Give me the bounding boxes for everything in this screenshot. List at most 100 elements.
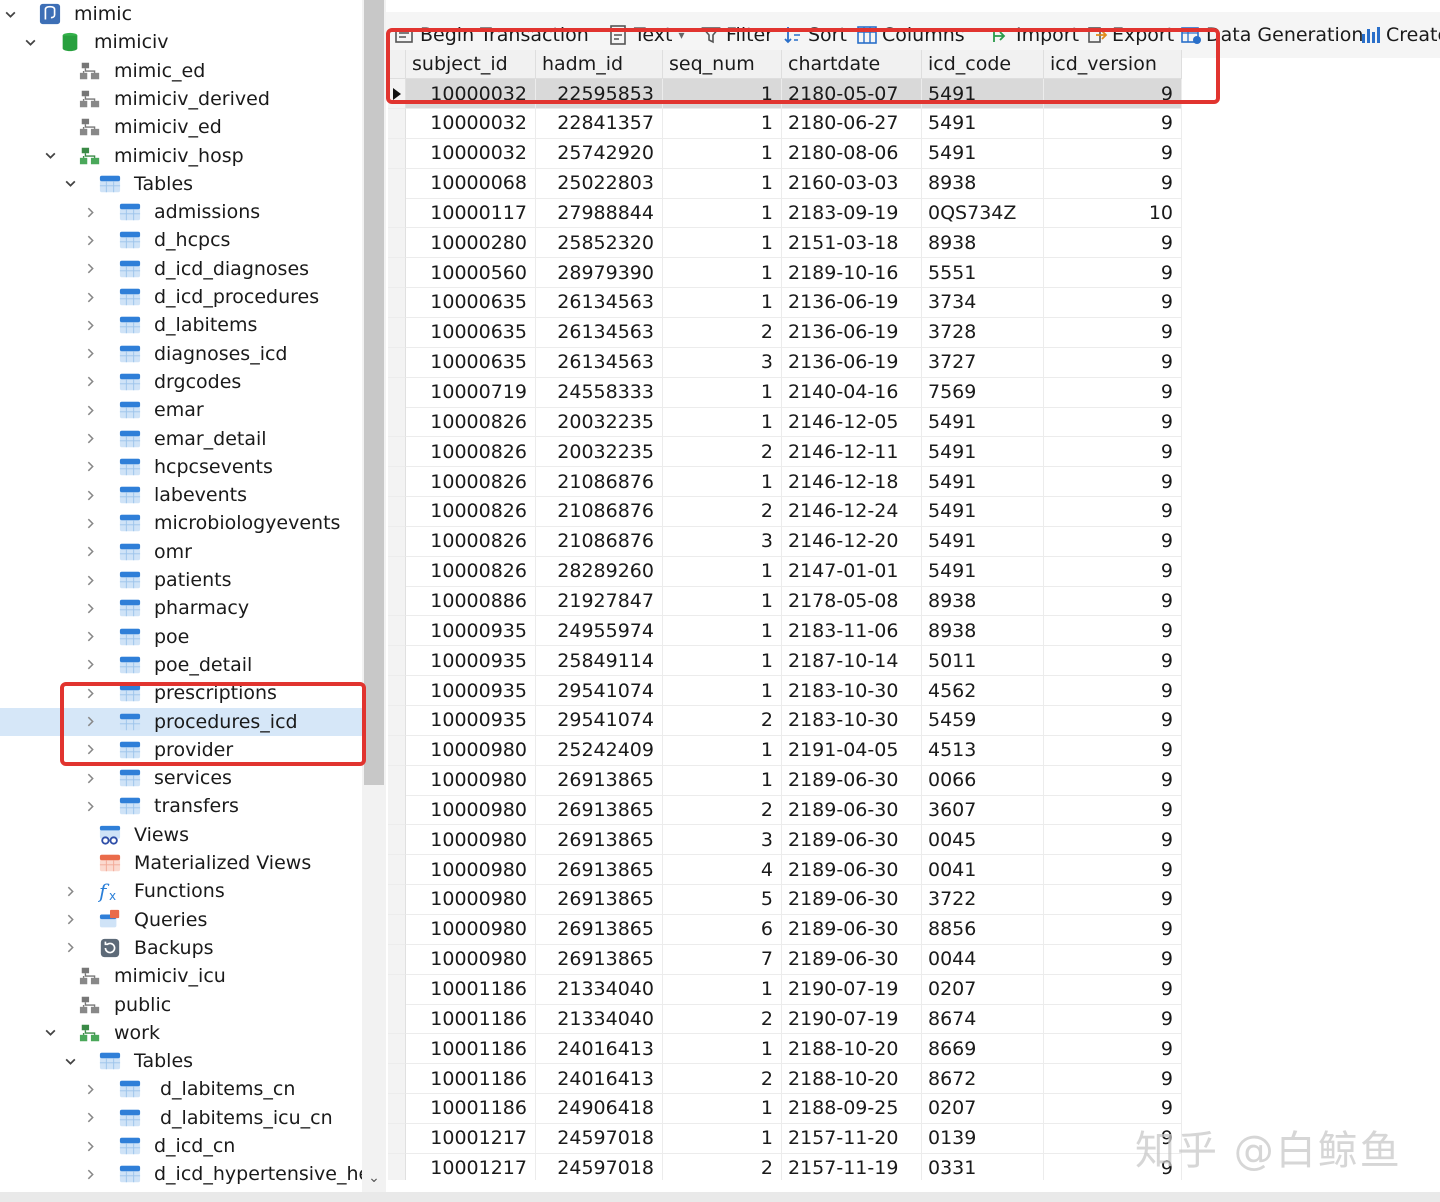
cell-icd-code[interactable]: 8674 (922, 1004, 1044, 1035)
row-header[interactable] (388, 347, 406, 378)
cell-hadm-id[interactable]: 29541074 (536, 705, 663, 736)
cell-hadm-id[interactable]: 24016413 (536, 1034, 663, 1065)
sort-button[interactable]: Sort (782, 18, 847, 52)
cell-icd-code[interactable]: 5491 (922, 407, 1044, 438)
cell-icd-version[interactable]: 9 (1044, 1004, 1182, 1035)
cell-subject-id[interactable]: 10000826 (406, 526, 536, 557)
cell-icd-code[interactable]: 0066 (922, 765, 1044, 796)
chevron-down-icon[interactable] (42, 1025, 58, 1041)
cell-seq-num[interactable]: 1 (663, 616, 782, 647)
cell-icd-version[interactable]: 9 (1044, 1034, 1182, 1065)
row-header[interactable] (388, 228, 406, 259)
row-header[interactable] (388, 974, 406, 1005)
cell-seq-num[interactable]: 3 (663, 526, 782, 557)
table-row[interactable]: 10000980 25242409 1 2191-04-05 4513 9 (388, 735, 1182, 766)
tree-item-mimic-ed[interactable]: mimic_ed (0, 57, 362, 85)
cell-hadm-id[interactable]: 21086876 (536, 526, 663, 557)
row-header[interactable] (388, 287, 406, 318)
columns-button[interactable]: Columns (856, 18, 965, 52)
cell-icd-code[interactable]: 5491 (922, 79, 1044, 109)
table-row[interactable]: 10000560 28979390 1 2189-10-16 5551 9 (388, 258, 1182, 289)
cell-hadm-id[interactable]: 27988844 (536, 198, 663, 229)
cell-icd-version[interactable]: 9 (1044, 407, 1182, 438)
cell-chartdate[interactable]: 2188-10-20 (782, 1034, 922, 1065)
row-header[interactable] (388, 1004, 406, 1035)
tree-item-d-icd-procedures[interactable]: d_icd_procedures (0, 283, 362, 311)
cell-hadm-id[interactable]: 22595853 (536, 79, 663, 109)
cell-subject-id[interactable]: 10000826 (406, 496, 536, 527)
cell-hadm-id[interactable]: 24597018 (536, 1123, 663, 1154)
row-header[interactable] (388, 914, 406, 945)
create-chart-button[interactable]: Create (1360, 18, 1440, 52)
tree-item-mimiciv-hosp[interactable]: mimiciv_hosp (0, 142, 362, 170)
result-grid[interactable]: subject_id hadm_id seq_num chartdate icd_cod… (388, 50, 1182, 1180)
table-row[interactable]: 10000826 21086876 1 2146-12-18 5491 9 (388, 467, 1182, 498)
cell-subject-id[interactable]: 10000886 (406, 586, 536, 617)
cell-seq-num[interactable]: 2 (663, 705, 782, 736)
chevron-right-icon[interactable] (82, 346, 98, 362)
chevron-right-icon[interactable] (62, 940, 78, 956)
cell-icd-version[interactable]: 9 (1044, 705, 1182, 736)
tree-item-d-labitems-icu-cn[interactable]: d_labitems_icu_cn (0, 1104, 362, 1132)
cell-icd-version[interactable]: 9 (1044, 526, 1182, 557)
cell-icd-version[interactable]: 9 (1044, 377, 1182, 408)
table-row[interactable]: 10000935 29541074 1 2183-10-30 4562 9 (388, 676, 1182, 706)
table-row[interactable]: 10000826 20032235 1 2146-12-05 5491 9 (388, 407, 1182, 438)
cell-hadm-id[interactable]: 20032235 (536, 407, 663, 438)
cell-subject-id[interactable]: 10000068 (406, 168, 536, 199)
chevron-right-icon[interactable] (82, 600, 98, 616)
table-row[interactable]: 10000826 28289260 1 2147-01-01 5491 9 (388, 556, 1182, 587)
cell-icd-code[interactable]: 5491 (922, 526, 1044, 557)
cell-icd-code[interactable]: 8938 (922, 586, 1044, 617)
chevron-right-icon[interactable] (62, 883, 78, 899)
cell-seq-num[interactable]: 1 (663, 108, 782, 139)
cell-hadm-id[interactable]: 21334040 (536, 1004, 663, 1035)
cell-icd-version[interactable]: 9 (1044, 496, 1182, 527)
chevron-right-icon[interactable] (82, 402, 98, 418)
cell-seq-num[interactable]: 1 (663, 407, 782, 438)
cell-seq-num[interactable]: 3 (663, 825, 782, 856)
cell-subject-id[interactable]: 10000935 (406, 646, 536, 677)
cell-icd-version[interactable]: 9 (1044, 765, 1182, 796)
cell-subject-id[interactable]: 10000980 (406, 884, 536, 915)
cell-seq-num[interactable]: 5 (663, 884, 782, 915)
cell-chartdate[interactable]: 2189-06-30 (782, 884, 922, 915)
cell-seq-num[interactable]: 1 (663, 676, 782, 706)
table-row[interactable]: 10000980 26913865 1 2189-06-30 0066 9 (388, 765, 1182, 796)
row-header[interactable] (388, 1153, 406, 1180)
table-row[interactable]: 10001186 24016413 2 2188-10-20 8672 9 (388, 1064, 1182, 1095)
cell-seq-num[interactable]: 2 (663, 1153, 782, 1180)
cell-icd-code[interactable]: 0207 (922, 974, 1044, 1005)
cell-seq-num[interactable]: 1 (663, 377, 782, 408)
cell-icd-code[interactable]: 5491 (922, 437, 1044, 468)
cell-chartdate[interactable]: 2189-06-30 (782, 795, 922, 826)
cell-chartdate[interactable]: 2190-07-19 (782, 1004, 922, 1035)
tree-item-poe-detail[interactable]: poe_detail (0, 651, 362, 679)
cell-icd-code[interactable]: 0139 (922, 1123, 1044, 1154)
table-row[interactable]: 10000980 26913865 2 2189-06-30 3607 9 (388, 795, 1182, 826)
tree-item-public[interactable]: public (0, 991, 362, 1019)
cell-hadm-id[interactable]: 29541074 (536, 676, 663, 706)
cell-icd-code[interactable]: 0331 (922, 1153, 1044, 1180)
tree-item-functions[interactable]: f x Functions (0, 877, 362, 905)
table-row[interactable]: 10001186 24906418 1 2188-09-25 0207 9 (388, 1093, 1182, 1124)
cell-chartdate[interactable]: 2187-10-14 (782, 646, 922, 677)
cell-hadm-id[interactable]: 24597018 (536, 1153, 663, 1180)
cell-subject-id[interactable]: 10000980 (406, 855, 536, 886)
cell-subject-id[interactable]: 10000826 (406, 407, 536, 438)
table-row[interactable]: 10000980 26913865 3 2189-06-30 0045 9 (388, 825, 1182, 856)
table-row[interactable]: 10000719 24558333 1 2140-04-16 7569 9 (388, 377, 1182, 408)
tree-item-prescriptions[interactable]: prescriptions (0, 679, 362, 707)
cell-icd-code[interactable]: 7569 (922, 377, 1044, 408)
tree-item-mimiciv[interactable]: mimiciv (0, 28, 362, 56)
cell-icd-version[interactable]: 9 (1044, 944, 1182, 975)
row-header[interactable] (388, 467, 406, 498)
cell-hadm-id[interactable]: 26913865 (536, 765, 663, 796)
tree-item-d-icd-diagnoses[interactable]: d_icd_diagnoses (0, 255, 362, 283)
cell-hadm-id[interactable]: 20032235 (536, 437, 663, 468)
row-header[interactable] (388, 407, 406, 438)
cell-chartdate[interactable]: 2189-06-30 (782, 855, 922, 886)
cell-chartdate[interactable]: 2180-06-27 (782, 108, 922, 139)
row-header[interactable] (388, 108, 406, 139)
cell-hadm-id[interactable]: 24906418 (536, 1093, 663, 1124)
